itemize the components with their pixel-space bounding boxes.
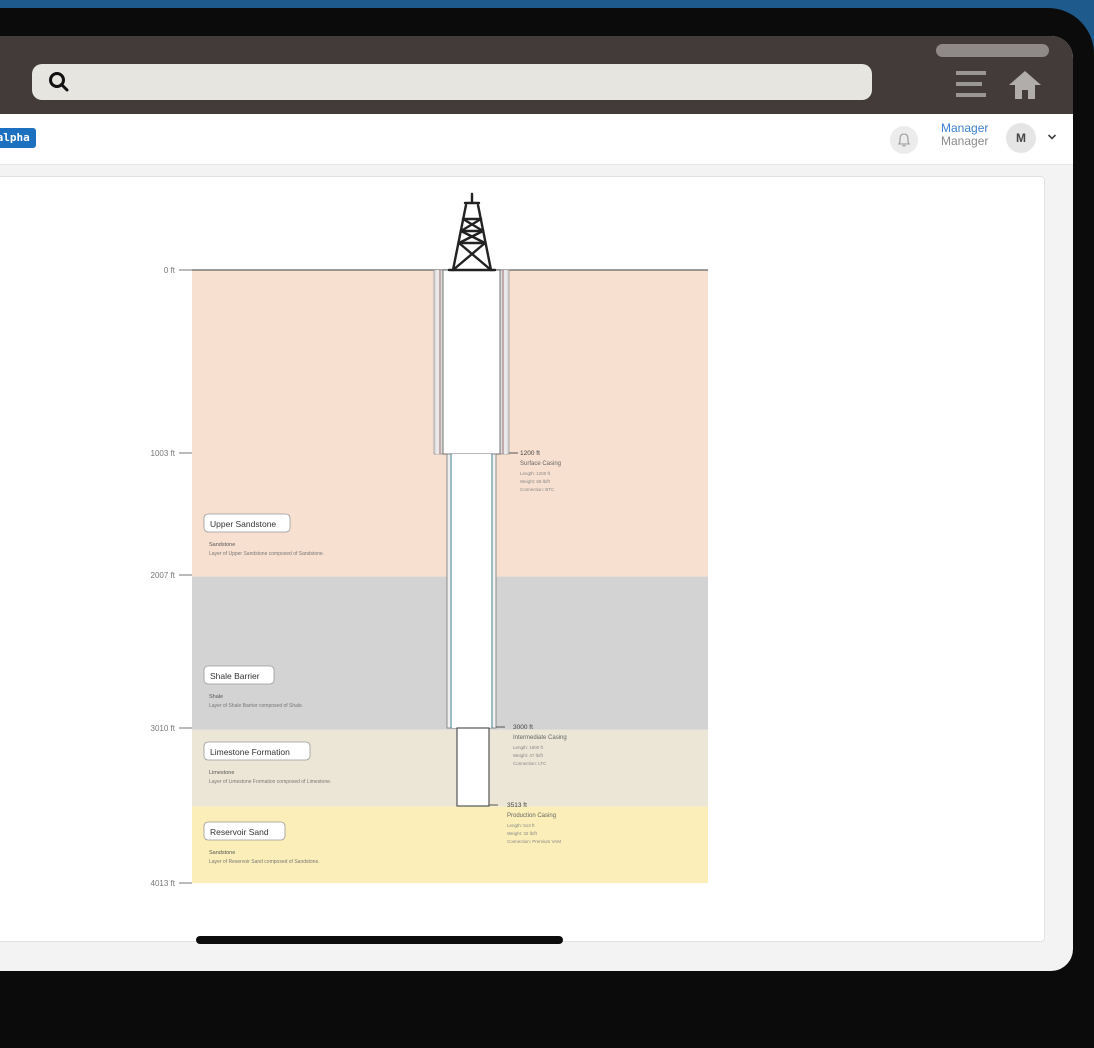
casing-length: Length: 1200 ft bbox=[520, 471, 551, 476]
notifications-button[interactable] bbox=[890, 126, 918, 154]
browser-toolbar bbox=[0, 36, 1073, 114]
casing-connection: Connection: BTC bbox=[520, 487, 555, 492]
surface-casing[interactable] bbox=[433, 269, 510, 455]
depth-tick-label: 4013 ft bbox=[151, 879, 176, 888]
layer-description: Layer of Limestone Formation composed of… bbox=[209, 779, 331, 785]
drilling-rig-icon bbox=[447, 192, 497, 272]
casing-connection: Connection: Premium VAM bbox=[507, 839, 561, 844]
casing-name: Intermediate Casing bbox=[513, 735, 567, 741]
layer-name: Shale Barrier bbox=[210, 671, 260, 681]
layer-name: Limestone Formation bbox=[210, 747, 290, 757]
depth-axis: 0 ft 1003 ft 2007 ft 3010 ft 4013 ft bbox=[151, 266, 192, 888]
casing-connection: Connection: LTC bbox=[513, 761, 547, 766]
casing-depth: 1200 ft bbox=[520, 450, 540, 457]
casing-length: Length: 513 ft bbox=[507, 823, 535, 828]
casing-name: Surface Casing bbox=[520, 461, 561, 467]
casing-depth: 3513 ft bbox=[507, 802, 527, 809]
menu-icon[interactable] bbox=[956, 70, 988, 98]
layer-type: Limestone bbox=[209, 770, 234, 776]
depth-tick-label: 1003 ft bbox=[151, 449, 176, 458]
avatar[interactable]: M bbox=[1006, 123, 1036, 153]
screen: -alpha Manager Manager M bbox=[0, 36, 1073, 971]
casing-weight: Weight: 68 lb/ft bbox=[520, 479, 551, 484]
layer-type: Shale bbox=[209, 694, 223, 700]
drag-handle[interactable] bbox=[936, 44, 1049, 57]
address-bar[interactable] bbox=[32, 64, 872, 100]
well-schematic: 0 ft 1003 ft 2007 ft 3010 ft 4013 ft 120… bbox=[151, 192, 708, 888]
layer-limestone-formation bbox=[192, 729, 708, 807]
layer-description: Layer of Shale Barrier composed of Shale… bbox=[209, 703, 303, 709]
casing-length: Length: 1800 ft bbox=[513, 745, 544, 750]
bell-icon bbox=[898, 133, 910, 147]
depth-tick-label: 3010 ft bbox=[151, 724, 176, 733]
depth-tick-label: 2007 ft bbox=[151, 571, 176, 580]
search-icon bbox=[49, 72, 69, 92]
chevron-down-icon[interactable] bbox=[1047, 133, 1057, 141]
intermediate-casing[interactable] bbox=[446, 453, 497, 729]
layer-reservoir-sand bbox=[192, 806, 708, 883]
version-badge: -alpha bbox=[0, 128, 36, 148]
layer-type: Sandstone bbox=[209, 542, 235, 548]
app-header: -alpha Manager Manager M bbox=[0, 114, 1073, 165]
user-role: Manager bbox=[941, 134, 989, 148]
layer-description: Layer of Upper Sandstone composed of San… bbox=[209, 551, 324, 557]
layer-name: Reservoir Sand bbox=[210, 827, 269, 837]
casing-weight: Weight: 32 lb/ft bbox=[507, 831, 538, 836]
home-indicator[interactable] bbox=[196, 936, 563, 944]
layer-name: Upper Sandstone bbox=[210, 519, 276, 529]
well-diagram-card: 0 ft 1003 ft 2007 ft 3010 ft 4013 ft 120… bbox=[0, 176, 1045, 942]
layer-description: Layer of Reservoir Sand composed of Sand… bbox=[209, 859, 320, 865]
depth-tick-label: 0 ft bbox=[164, 266, 176, 275]
home-icon[interactable] bbox=[1008, 70, 1042, 100]
casing-name: Production Casing bbox=[507, 813, 556, 819]
production-casing[interactable] bbox=[456, 727, 490, 807]
layer-type: Sandstone bbox=[209, 850, 235, 856]
casing-depth: 3000 ft bbox=[513, 724, 533, 731]
casing-weight: Weight: 47 lb/ft bbox=[513, 753, 544, 758]
